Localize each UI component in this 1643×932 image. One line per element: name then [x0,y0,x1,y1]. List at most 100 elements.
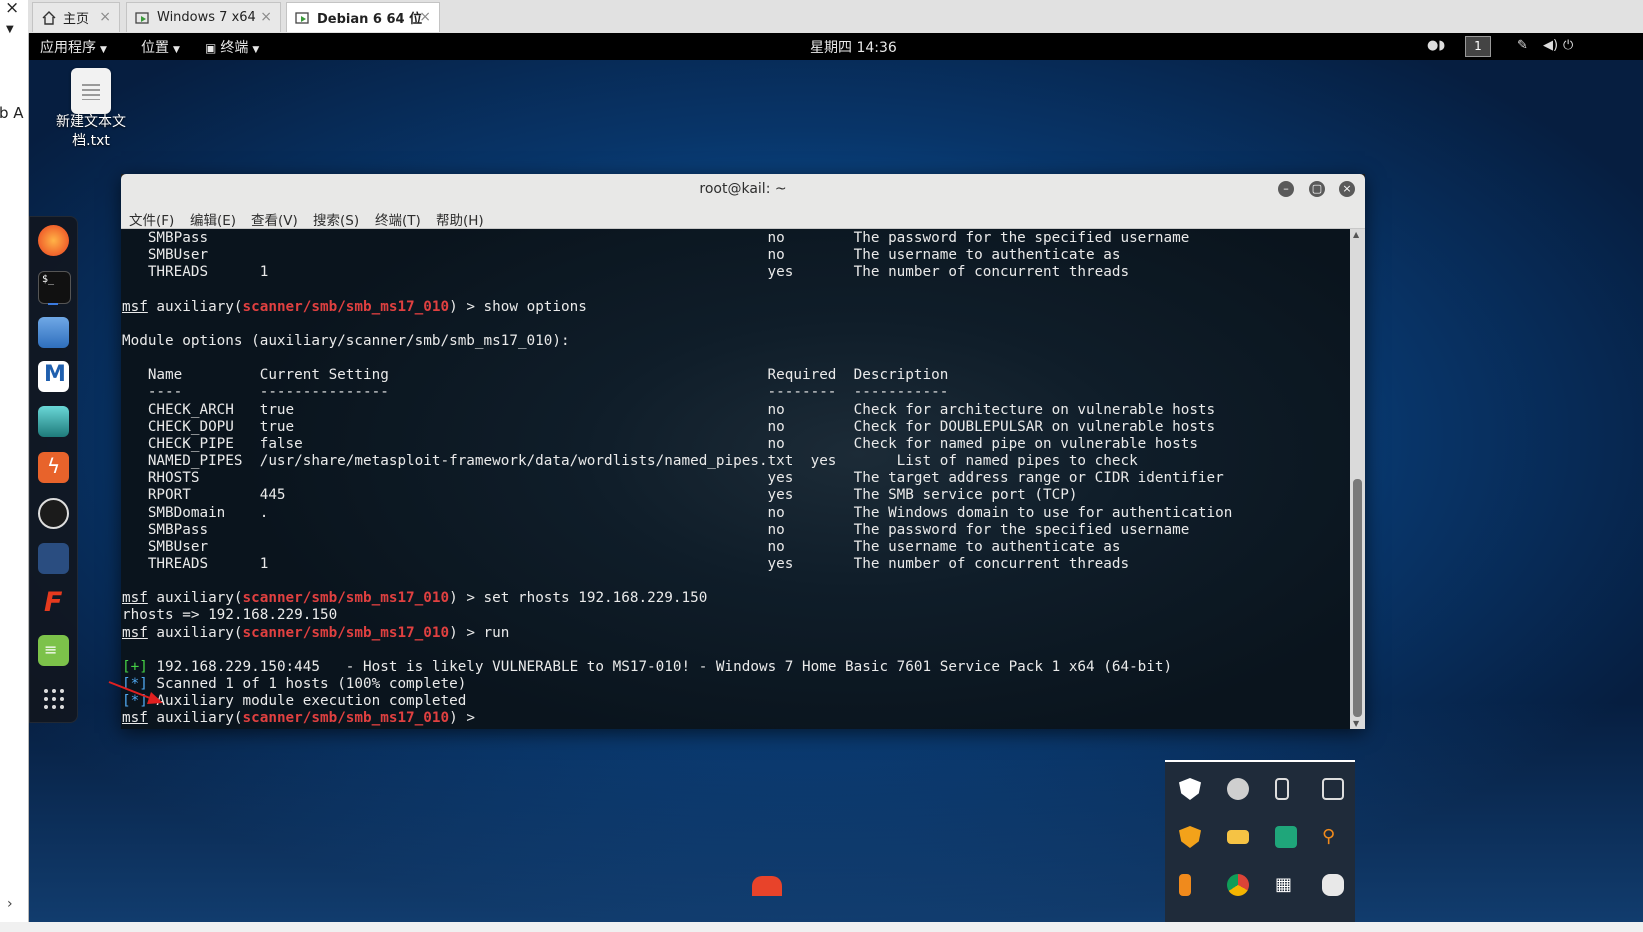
prompt-module: scanner/smb/smb_ms17_010 [242,624,450,641]
terminal-app-menu[interactable]: ▣ 终端 ▼ [205,37,259,57]
menu-file[interactable]: 文件(F) [129,209,174,229]
menu-view[interactable]: 查看(V) [251,209,298,229]
leafpad-icon[interactable]: ≡ [38,635,69,666]
cursor [484,710,493,726]
usb-drive-icon[interactable] [1179,874,1191,896]
text-file-icon[interactable] [71,68,111,114]
favorites-dock: $_ M ϟ F ≡ [29,216,78,723]
terminal-menubar: 文件(F) 编辑(E) 查看(V) 搜索(S) 终端(T) 帮助(H) [121,206,1365,229]
option-row: THREADS 1 yes The number of concurrent t… [122,555,1130,572]
show-apps-icon[interactable] [38,683,69,714]
terminal-small-icon: ▣ [205,41,217,55]
tab-windows7-label: Windows 7 x64 [157,10,256,25]
ime-icon[interactable] [752,876,782,896]
option-row: NAMED_PIPES /usr/share/metasploit-framew… [122,453,1138,470]
prompt-module: scanner/smb/smb_ms17_010 [242,298,450,315]
home-icon [41,10,57,26]
close-icon[interactable]: × [1339,181,1355,197]
prompt-module: scanner/smb/smb_ms17_010 [242,710,450,727]
annotation-arrow-icon [108,681,163,704]
beef-icon[interactable] [38,543,69,574]
table-header-rule: ---- --------------- -------- ----------… [122,384,949,401]
usb-icon[interactable] [1275,778,1289,800]
tab-home[interactable]: 主页 × [32,2,120,32]
result-completed: Auxiliary module execution completed [147,693,467,710]
faraday-icon[interactable]: F [38,587,69,620]
terminal-scrollbar[interactable]: ▲ ▼ [1350,229,1365,729]
menu-help[interactable]: 帮助(H) [436,209,484,229]
pin-icon[interactable] [1227,778,1249,800]
tab-close-icon[interactable]: × [260,9,272,25]
workspace-indicator[interactable]: 1 [1465,36,1491,57]
prompt-msf: msf [122,710,148,727]
card-icon[interactable] [1227,830,1249,844]
host-close-icon[interactable]: × [5,0,19,18]
shield-check-icon[interactable] [1179,778,1201,800]
firefox-icon[interactable] [38,225,69,256]
clock[interactable]: 星期四 14:36 [810,37,897,57]
applications-menu[interactable]: 应用程序 ▼ [40,37,107,57]
command-text: show options [483,298,587,315]
places-menu[interactable]: 位置 ▼ [141,37,180,57]
grid-icon[interactable]: ▦ [1275,874,1297,896]
security-icon[interactable] [1179,826,1201,848]
power-icon[interactable]: ⏻ [1563,38,1573,53]
host-cut-text: b A [0,104,24,122]
gnome-top-panel: 应用程序 ▼ 位置 ▼ ▣ 终端 ▼ 星期四 14:36 ●◗ 1 ✎ ◀) ⏻ [29,33,1643,60]
host-dropdown-icon[interactable]: ▼ [6,24,14,35]
cloud-icon[interactable] [1322,874,1344,896]
option-row: CHECK_PIPE false no Check for named pipe… [122,435,1198,452]
video-icon[interactable]: ●◗ [1427,38,1445,53]
option-row: SMBPass no The password for the specifie… [122,521,1190,538]
vm-tray-icon[interactable] [1322,778,1344,800]
result-scanned: Scanned 1 of 1 hosts (100% complete) [147,676,467,693]
host-expand-icon[interactable]: › [7,896,13,912]
search-tray-icon[interactable]: ⚲ [1322,826,1344,848]
terminal-titlebar[interactable]: root@kail: ~ – ▢ × [121,174,1365,206]
tab-close-icon[interactable]: × [419,9,431,25]
output-line: Module options (auxiliary/scanner/smb/sm… [122,332,570,349]
option-row: RHOSTS yes The target address range or C… [122,470,1224,487]
option-row: CHECK_ARCH true no Check for architectur… [122,401,1216,418]
terminal-icon[interactable]: $_ [38,271,71,304]
prompt-module: scanner/smb/smb_ms17_010 [242,590,450,607]
menu-terminal[interactable]: 终端(T) [375,209,421,229]
terminal-output[interactable]: SMBPass no The password for the specifie… [121,229,1350,729]
status-plus: [+] [122,658,148,675]
volume-icon[interactable]: ◀) [1543,38,1558,53]
prompt-msf: msf [122,298,148,315]
tab-home-label: 主页 [63,12,90,27]
minimize-icon[interactable]: – [1278,181,1294,197]
menu-edit[interactable]: 编辑(E) [190,209,236,229]
tab-debian[interactable]: Debian 6 64 位 × [286,2,440,32]
scroll-up-icon[interactable]: ▲ [1353,230,1359,239]
command-text: run [483,624,510,641]
armitage-icon[interactable] [38,406,69,437]
prompt-msf: msf [122,590,148,607]
prompt-msf: msf [122,624,148,641]
tab-windows7[interactable]: Windows 7 x64 × [126,2,281,32]
maltego-icon[interactable] [38,498,69,529]
scroll-down-icon[interactable]: ▼ [1353,719,1359,728]
prompt-aux: auxiliary( [147,298,243,315]
scrollbar-thumb[interactable] [1353,479,1362,717]
desktop-file-label[interactable]: 新建文本文档.txt [49,113,133,151]
pen-icon[interactable]: ✎ [1517,38,1528,53]
prompt-close: ) > [449,298,484,315]
tab-debian-label: Debian 6 64 位 [317,12,423,27]
maximize-icon[interactable]: ▢ [1309,181,1325,197]
host-left-strip: × ▼ b A › [0,0,29,932]
prompt-aux: auxiliary( [147,590,243,607]
terminal-text: SMBPass no The password for the specifie… [122,230,1232,728]
burpsuite-icon[interactable]: ϟ [38,452,69,483]
active-indicator [48,303,58,305]
wox-icon[interactable] [1275,826,1297,848]
tab-close-icon[interactable]: × [99,9,111,25]
output-line: THREADS 1 yes The number of concurrent t… [122,264,1130,281]
menu-search[interactable]: 搜索(S) [313,209,359,229]
metasploit-icon[interactable]: M [38,361,69,392]
chrome-icon[interactable] [1227,874,1249,896]
files-icon[interactable] [38,317,69,348]
vm-tab-bar: 主页 × Windows 7 x64 × Debian 6 64 位 × [28,0,1643,34]
vm-icon [295,10,311,26]
